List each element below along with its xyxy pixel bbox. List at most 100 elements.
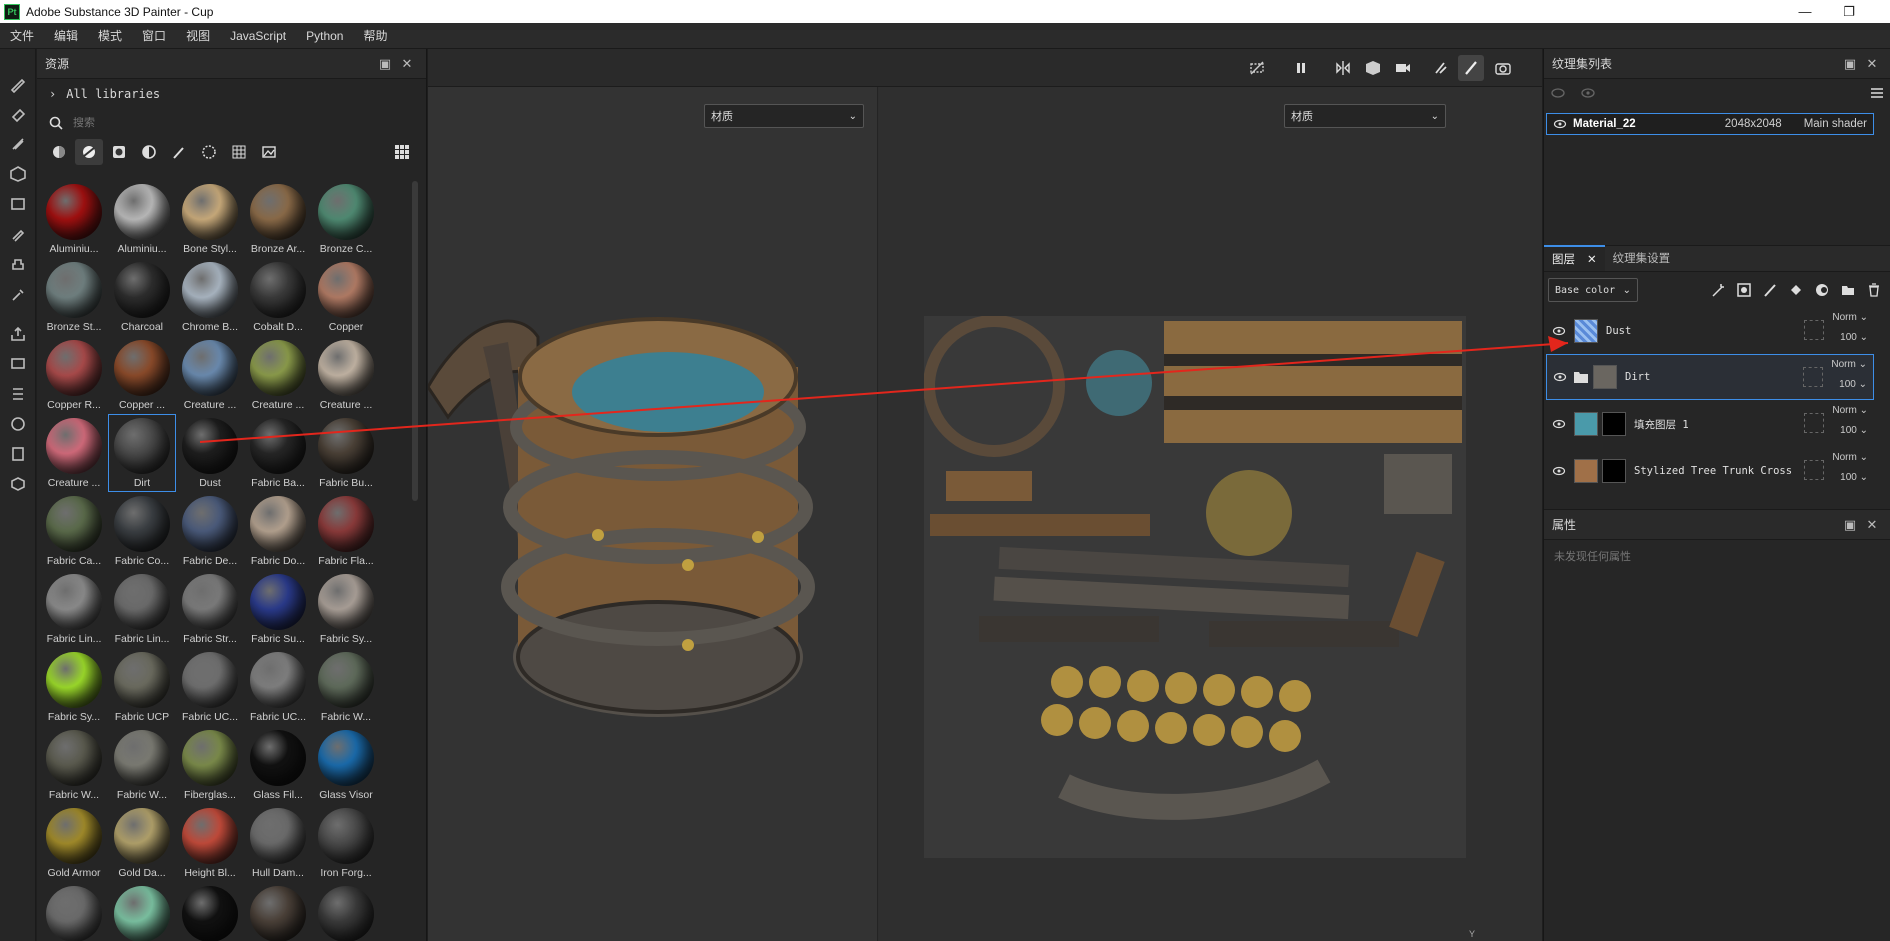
blend-mode[interactable]: Norm ⌄ — [1832, 452, 1868, 463]
add-fill-layer-icon[interactable] — [1783, 277, 1809, 303]
material-thumbnail[interactable]: Fabric UCP — [109, 649, 175, 725]
opacity[interactable]: 100 ⌄ — [1839, 379, 1867, 390]
material-thumbnail[interactable]: Dust — [177, 415, 243, 491]
material-thumbnail[interactable]: Glass Fil... — [245, 727, 311, 803]
export-icon[interactable] — [0, 319, 36, 349]
material-thumbnail[interactable] — [313, 883, 379, 941]
smudge-icon[interactable] — [0, 219, 36, 249]
material-thumbnail[interactable]: Fabric Sy... — [41, 649, 107, 725]
menu-window[interactable]: 窗口 — [132, 27, 176, 44]
material-thumbnail[interactable]: Height Bl... — [177, 805, 243, 881]
paint-mode-icon[interactable] — [1458, 55, 1484, 81]
material-thumbnail[interactable]: Fabric Lin... — [109, 571, 175, 647]
material-thumbnail[interactable]: Gold Armor — [41, 805, 107, 881]
menu-help[interactable]: 帮助 — [353, 27, 397, 44]
material-thumbnail[interactable]: Fabric Lin... — [41, 571, 107, 647]
filter-textures-icon[interactable] — [225, 139, 253, 165]
layer-row-dust[interactable]: Dust Norm ⌄ 100 ⌄ — [1546, 308, 1874, 354]
material-thumbnail[interactable]: Fabric W... — [109, 727, 175, 803]
add-paint-layer-icon[interactable] — [1757, 277, 1783, 303]
material-thumbnail[interactable]: Fabric Fla... — [313, 493, 379, 569]
eye-icon[interactable] — [1552, 417, 1566, 431]
eye-icon[interactable] — [1553, 117, 1567, 131]
material-thumbnail[interactable] — [245, 883, 311, 941]
hide-icon[interactable] — [1244, 55, 1270, 81]
visibility-icon[interactable] — [1580, 85, 1596, 101]
material-thumbnail[interactable]: Aluminiu... — [41, 181, 107, 257]
list-menu-icon[interactable] — [1869, 85, 1885, 101]
shader-settings-icon[interactable] — [0, 439, 36, 469]
material-thumbnail[interactable] — [177, 883, 243, 941]
filter-particles-icon[interactable] — [195, 139, 223, 165]
layer-row-fill-1[interactable]: 填充图层 1 Norm ⌄ 100 ⌄ — [1546, 401, 1874, 447]
float-panel-icon[interactable]: ▣ — [374, 53, 396, 75]
material-thumbnail[interactable]: Creature ... — [245, 337, 311, 413]
material-thumbnail[interactable]: Fabric Str... — [177, 571, 243, 647]
channel-dropdown[interactable]: Base color ⌄ — [1548, 278, 1638, 302]
menu-javascript[interactable]: JavaScript — [220, 29, 296, 43]
blend-mode[interactable]: Norm ⌄ — [1831, 359, 1867, 370]
material-thumbnail[interactable]: Creature ... — [313, 337, 379, 413]
material-thumbnail[interactable]: Chrome B... — [177, 259, 243, 335]
paint-brush-icon[interactable] — [0, 69, 36, 99]
material-thumbnail[interactable]: Fabric Co... — [109, 493, 175, 569]
material-thumbnail[interactable]: Fabric Su... — [245, 571, 311, 647]
minimize-icon[interactable]: — — [1790, 0, 1820, 23]
assets-scrollbar[interactable] — [412, 181, 418, 501]
opacity[interactable]: 100 ⌄ — [1840, 425, 1868, 436]
add-folder-icon[interactable] — [1835, 277, 1861, 303]
close-icon[interactable]: ✕ — [1861, 514, 1883, 536]
restore-icon[interactable]: ❐ — [1834, 0, 1864, 23]
filter-environments-icon[interactable] — [255, 139, 283, 165]
filter-brushes-icon[interactable] — [165, 139, 193, 165]
symmetry-icon[interactable] — [1330, 55, 1356, 81]
filter-materials-icon[interactable] — [75, 139, 103, 165]
material-thumbnail[interactable] — [41, 883, 107, 941]
view-mode-icon[interactable] — [1360, 55, 1386, 81]
material-thumbnail[interactable]: Copper R... — [41, 337, 107, 413]
filter-smart-masks-icon[interactable] — [105, 139, 133, 165]
eye-icon[interactable] — [1552, 324, 1566, 338]
3d-view[interactable]: 材质 ⌄ — [428, 87, 878, 941]
tab-layers[interactable]: 图层 ✕ — [1544, 245, 1605, 271]
close-icon[interactable]: ✕ — [1861, 53, 1883, 75]
close-icon[interactable]: ✕ — [396, 53, 418, 75]
texture-set-row[interactable]: Material_22 2048x2048 Main shader — [1546, 113, 1874, 135]
screenshot-camera-icon[interactable] — [1490, 55, 1516, 81]
display-settings-icon[interactable] — [0, 379, 36, 409]
material-thumbnail[interactable]: Bone Styl... — [177, 181, 243, 257]
material-thumbnail[interactable]: Fabric UC... — [177, 649, 243, 725]
material-thumbnail[interactable]: Bronze Ar... — [245, 181, 311, 257]
material-thumbnail[interactable]: Iron Forg... — [313, 805, 379, 881]
add-effect-icon[interactable] — [1705, 277, 1731, 303]
camera-video-icon[interactable] — [1390, 55, 1416, 81]
menu-edit[interactable]: 编辑 — [44, 27, 88, 44]
menu-file[interactable]: 文件 — [0, 27, 44, 44]
filter-filters-icon[interactable] — [135, 139, 163, 165]
layer-row-tree-trunk[interactable]: Stylized Tree Trunk Cross Norm ⌄ 100 ⌄ — [1546, 448, 1874, 494]
material-thumbnail[interactable]: Bronze St... — [41, 259, 107, 335]
library-selector[interactable]: › All libraries — [37, 79, 426, 109]
search-input[interactable] — [73, 117, 353, 129]
viewer-settings-icon[interactable] — [0, 469, 36, 499]
geometry-mask-icon[interactable] — [0, 159, 36, 189]
opacity[interactable]: 100 ⌄ — [1840, 332, 1868, 343]
lighting-icon[interactable] — [1428, 55, 1454, 81]
history-icon[interactable] — [0, 409, 36, 439]
material-thumbnail[interactable]: Bronze C... — [313, 181, 379, 257]
material-thumbnail[interactable]: Fabric Do... — [245, 493, 311, 569]
material-thumbnail[interactable]: Creature ... — [41, 415, 107, 491]
clone-stamp-icon[interactable] — [0, 249, 36, 279]
menu-mode[interactable]: 模式 — [88, 27, 132, 44]
material-thumbnail[interactable]: Hull Dam... — [245, 805, 311, 881]
material-thumbnail[interactable]: Gold Da... — [109, 805, 175, 881]
material-thumbnail[interactable]: Copper — [313, 259, 379, 335]
material-thumbnail[interactable]: Fabric W... — [313, 649, 379, 725]
float-panel-icon[interactable]: ▣ — [1839, 514, 1861, 536]
material-thumbnail[interactable]: Fiberglas... — [177, 727, 243, 803]
smart-material-icon[interactable] — [1809, 277, 1835, 303]
material-thumbnail[interactable]: Copper ... — [109, 337, 175, 413]
material-thumbnail[interactable]: Aluminiu... — [109, 181, 175, 257]
material-thumbnail[interactable]: Glass Visor — [313, 727, 379, 803]
grid-view-icon[interactable] — [388, 139, 416, 165]
